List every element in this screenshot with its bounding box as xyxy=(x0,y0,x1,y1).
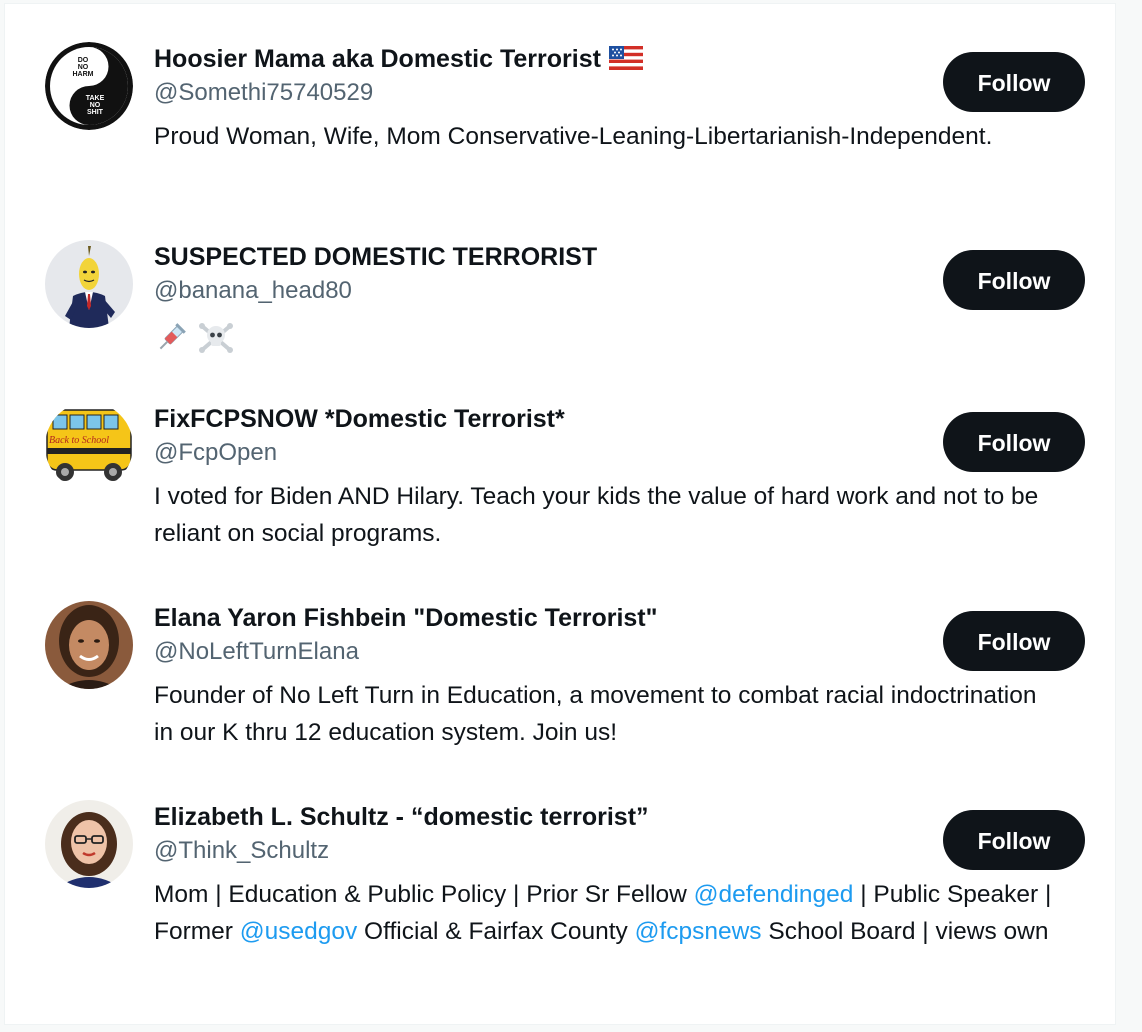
bio-text: Mom | Education & Public Policy | Prior … xyxy=(154,881,694,908)
yin-yang-avatar-icon: DO NO HARM TAKE NO SHIT xyxy=(45,42,133,130)
follow-button[interactable]: Follow xyxy=(943,810,1085,870)
bio-text: School Board | views own xyxy=(761,918,1049,945)
svg-text:NO: NO xyxy=(78,64,89,71)
avatar[interactable]: Back to School xyxy=(45,402,133,490)
mention-link[interactable]: @fcpsnews xyxy=(635,918,762,945)
mention-link[interactable]: @defendinged xyxy=(694,881,854,908)
user-handle[interactable]: @banana_head80 xyxy=(154,274,1054,310)
svg-text:SHIT: SHIT xyxy=(87,109,104,116)
svg-text:HARM: HARM xyxy=(73,71,94,78)
svg-text:TAKE: TAKE xyxy=(86,95,105,102)
school-bus-avatar-icon: Back to School xyxy=(45,402,133,490)
profile-photo-woman-glasses-icon xyxy=(45,800,133,888)
who-to-follow-list: DO NO HARM TAKE NO SHIT Hoosier Mama aka… xyxy=(4,3,1116,1025)
profile-photo-woman-icon xyxy=(45,601,133,689)
user-bio: Proud Woman, Wife, Mom Conservative-Lean… xyxy=(154,123,993,150)
user-name-line[interactable]: Hoosier Mama aka Domestic Terrorist xyxy=(154,42,1054,76)
user-handle[interactable]: @Somethi75740529 xyxy=(154,76,1054,112)
avatar-text: Back to School xyxy=(49,435,109,446)
user-name[interactable]: Elizabeth L. Schultz - “domestic terrori… xyxy=(154,800,1054,834)
user-handle[interactable]: @FcpOpen xyxy=(154,436,1054,472)
svg-text:NO: NO xyxy=(90,102,101,109)
follow-button[interactable]: Follow xyxy=(943,412,1085,472)
user-handle[interactable]: @NoLeftTurnElana xyxy=(154,635,1054,671)
user-name[interactable]: Elana Yaron Fishbein "Domestic Terrorist… xyxy=(154,601,1054,635)
user-name[interactable]: Hoosier Mama aka Domestic Terrorist xyxy=(154,45,601,73)
bio-text: Official & Fairfax County xyxy=(357,918,635,945)
user-bio: Founder of No Left Turn in Education, a … xyxy=(154,682,1037,746)
mention-link[interactable]: @usedgov xyxy=(240,918,358,945)
syringe-icon xyxy=(154,321,188,360)
follow-button[interactable]: Follow xyxy=(943,250,1085,310)
follow-button[interactable]: Follow xyxy=(943,611,1085,671)
avatar[interactable] xyxy=(45,601,133,689)
banana-head-avatar-icon xyxy=(45,240,133,328)
avatar[interactable] xyxy=(45,800,133,888)
svg-text:DO: DO xyxy=(78,57,89,64)
user-bio: I voted for Biden AND Hilary. Teach your… xyxy=(154,483,1039,547)
skull-crossbones-icon xyxy=(198,320,234,361)
user-handle[interactable]: @Think_Schultz xyxy=(154,834,1054,870)
follow-button[interactable]: Follow xyxy=(943,52,1085,112)
us-flag-icon xyxy=(608,45,643,79)
avatar[interactable]: DO NO HARM TAKE NO SHIT xyxy=(45,42,133,130)
user-name[interactable]: SUSPECTED DOMESTIC TERRORIST xyxy=(154,240,1054,274)
user-bio xyxy=(154,320,1054,360)
user-bio: Mom | Education & Public Policy | Prior … xyxy=(154,876,1054,950)
avatar[interactable] xyxy=(45,240,133,328)
user-name[interactable]: FixFCPSNOW *Domestic Terrorist* xyxy=(154,402,1054,436)
